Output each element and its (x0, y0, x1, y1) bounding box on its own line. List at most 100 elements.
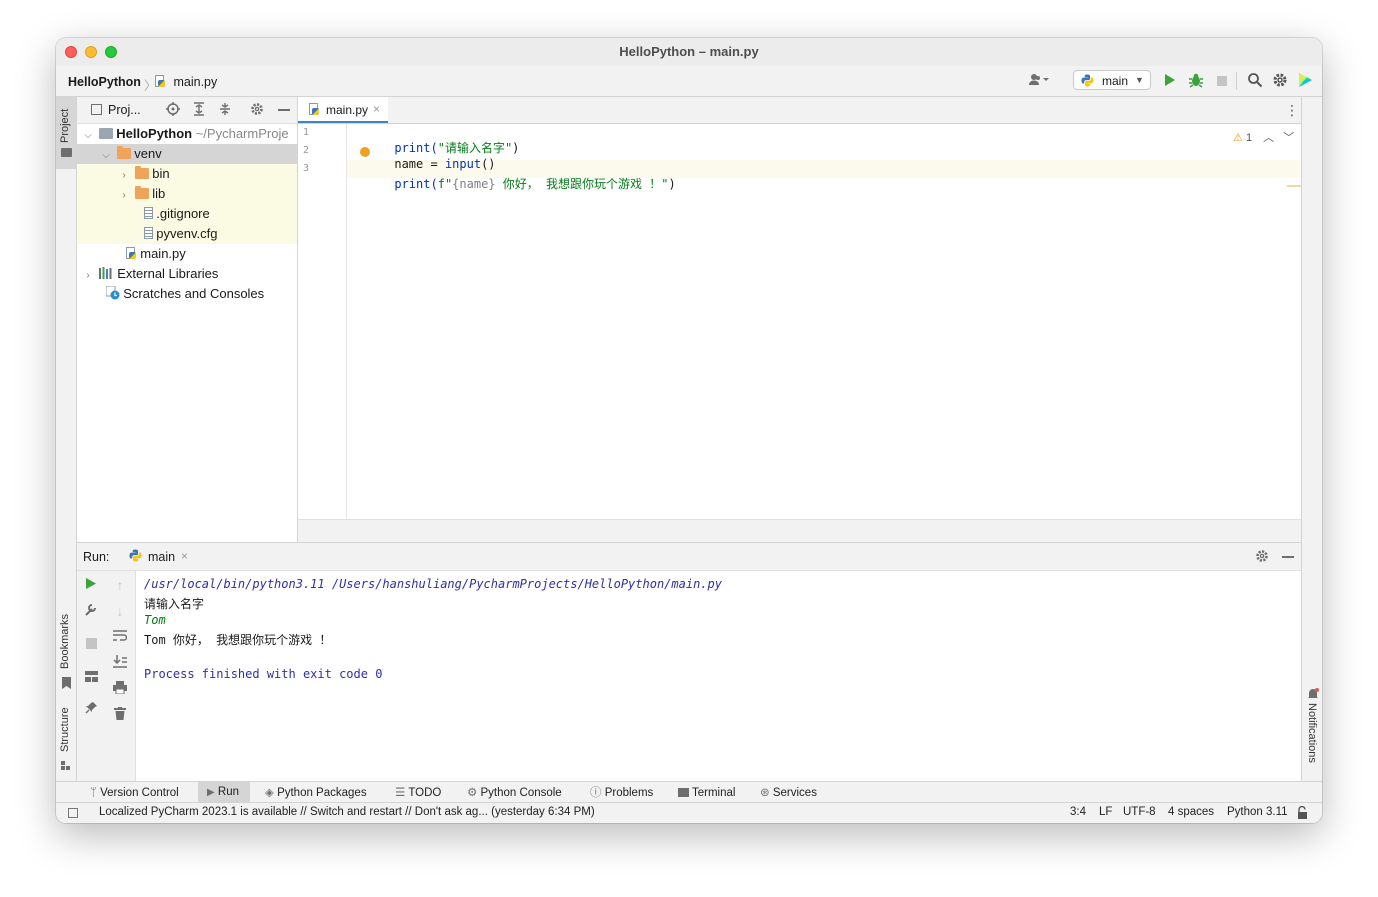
tree-item-lib[interactable]: › lib (77, 184, 297, 204)
up-stack-trace-icon[interactable]: ↑ (110, 577, 130, 593)
edit-configuration-wrench-icon[interactable] (81, 603, 101, 620)
dropdown-arrow-icon: ▼ (1135, 75, 1144, 85)
tree-item-hellopython[interactable]: ⌵ HelloPython ~/PycharmProje (77, 124, 297, 144)
pin-tab-icon[interactable] (81, 701, 101, 717)
expand-all-icon[interactable] (192, 102, 206, 119)
code-token: print( (394, 177, 438, 191)
unlock-icon[interactable] (1297, 805, 1308, 822)
tool-button-label: Run (217, 786, 240, 798)
tree-item-label: bin (152, 166, 170, 181)
run-icon[interactable] (1163, 72, 1177, 91)
python-interpreter[interactable]: Python 3.11 (1227, 806, 1288, 818)
tool-button-label: Terminal (692, 787, 736, 799)
status-bar: Localized PyCharm 2023.1 is available //… (56, 802, 1322, 823)
stop-run-icon[interactable] (81, 636, 101, 652)
navigation-bar: HelloPython 〉 main.py main ▼ (56, 66, 1322, 97)
hide-run-panel-icon[interactable] (1282, 556, 1294, 558)
tree-item-gitignore[interactable]: .gitignore (77, 204, 297, 224)
next-highlight-icon[interactable]: ﹀ (1283, 132, 1294, 144)
previous-highlight-icon[interactable]: ︿ (1263, 132, 1274, 144)
run-configuration-select[interactable]: main ▼ (1073, 70, 1151, 90)
run-panel: Run: main × ↑ ↓ /usr/local/bin/python3.1… (77, 542, 1301, 782)
run-tab-label: main (148, 550, 176, 564)
problems-tool-button[interactable]: ⓘ Problems (590, 785, 653, 801)
console-user-input-line[interactable]: Tom (144, 613, 166, 627)
library-icon (98, 266, 118, 281)
console-output-line[interactable]: Tom 你好， 我想跟你玩个游戏 ！ (144, 631, 331, 648)
run-panel-gear-icon[interactable] (1255, 549, 1269, 566)
tree-item-venv[interactable]: ⌵ venv (77, 144, 297, 164)
rerun-icon[interactable] (81, 577, 101, 593)
run-icon: ▶ (207, 787, 215, 798)
close-run-tab-icon[interactable]: × (181, 549, 188, 563)
scroll-to-end-icon[interactable] (110, 655, 130, 671)
project-panel: Proj... ⌵ HelloPython ~/PycharmProje ⌵ v… (77, 97, 298, 542)
print-icon[interactable] (110, 681, 130, 697)
editor-breadcrumb-bar (298, 519, 1301, 543)
hide-panel-icon[interactable] (278, 109, 290, 111)
status-message[interactable]: Localized PyCharm 2023.1 is available //… (99, 806, 595, 818)
panel-options-gear-icon[interactable] (250, 102, 264, 119)
version-control-tool-button[interactable]: ᛘ Version Control (90, 785, 179, 801)
chevron-right-icon: › (122, 170, 126, 181)
services-tool-button[interactable]: ⊛ Services (760, 785, 817, 801)
indentation[interactable]: 4 spaces (1168, 806, 1214, 818)
file-encoding[interactable]: UTF-8 (1123, 806, 1156, 818)
chevron-right-icon: › (122, 190, 126, 201)
collapse-all-icon[interactable] (218, 102, 232, 119)
editor-tab-main-py[interactable]: main.py × (298, 97, 388, 123)
run-tab-main[interactable]: main × (121, 543, 195, 570)
project-tool-button[interactable]: Project (56, 97, 76, 169)
inspection-widget[interactable]: ⚠ 1 ︿ ﹀ (1233, 129, 1294, 145)
breadcrumb-project[interactable]: HelloPython (68, 75, 141, 89)
more-options-icon[interactable]: ⋮ (1285, 102, 1299, 119)
line-separator[interactable]: LF (1099, 806, 1112, 818)
code-line-3[interactable]: print(f"{name} 你好， 我想跟你玩个游戏 ！") (351, 161, 675, 206)
editor-tab-label: main.py (326, 103, 369, 117)
soft-wrap-icon[interactable] (110, 629, 130, 645)
down-stack-trace-icon[interactable]: ↓ (110, 603, 130, 619)
project-folder-icon (98, 128, 113, 139)
console-exit-status[interactable]: Process finished with exit code 0 (144, 667, 382, 681)
close-tab-icon[interactable]: × (373, 102, 380, 116)
jetbrains-logo-icon[interactable] (1297, 72, 1313, 91)
window-title: HelloPython – main.py (619, 44, 759, 59)
intention-bulb-icon[interactable] (360, 147, 370, 157)
search-icon[interactable] (1247, 72, 1263, 91)
user-account-icon[interactable] (1028, 72, 1050, 91)
tree-item-bin[interactable]: › bin (77, 164, 297, 184)
python-packages-tool-button[interactable]: ◈ Python Packages (265, 785, 367, 801)
tree-item-main-py[interactable]: main.py (77, 244, 297, 264)
caret-position[interactable]: 3:4 (1070, 806, 1086, 818)
console-output-line[interactable]: 请输入名字 (144, 595, 204, 612)
tree-item-external-libraries[interactable]: › External Libraries (77, 264, 297, 284)
tree-item-label: .gitignore (156, 206, 210, 221)
clear-all-trash-icon[interactable] (110, 707, 130, 723)
restore-layout-icon[interactable] (81, 669, 101, 685)
tool-button-label: Version Control (100, 787, 179, 799)
scrollbar-marker[interactable] (1287, 185, 1301, 187)
tree-item-scratches[interactable]: Scratches and Consoles (77, 284, 297, 304)
tree-item-pyvenv-cfg[interactable]: pyvenv.cfg (77, 224, 297, 244)
settings-gear-icon[interactable] (1272, 72, 1288, 91)
line-number: 1 (303, 127, 310, 138)
chevron-down-icon: ⌵ (102, 150, 110, 161)
notifications-tool-label: Notifications (1306, 703, 1318, 763)
terminal-tool-button[interactable]: Terminal (678, 785, 735, 801)
project-panel-header: Proj... (77, 97, 297, 124)
run-tool-button[interactable]: ▶ Run (198, 782, 250, 803)
console-command-line[interactable]: /usr/local/bin/python3.11 /Users/hanshul… (144, 577, 722, 591)
project-view-selector[interactable]: Proj... (108, 103, 141, 117)
todo-tool-button[interactable]: ☰ TODO (395, 785, 441, 801)
breadcrumb-file[interactable]: main.py (155, 75, 217, 89)
tree-item-label: HelloPython (116, 126, 193, 141)
title-bar: HelloPython – main.py (56, 38, 1322, 66)
locate-file-icon[interactable] (166, 102, 180, 119)
stop-icon[interactable] (1216, 74, 1228, 90)
debug-icon[interactable] (1188, 72, 1204, 91)
python-console-tool-button[interactable]: ⚙ Python Console (467, 785, 562, 801)
toggle-tool-windows-icon[interactable] (68, 808, 78, 818)
tool-button-label: Python Console (480, 787, 562, 799)
terminal-icon (678, 788, 689, 797)
python-console-icon: ⚙ (467, 787, 478, 799)
